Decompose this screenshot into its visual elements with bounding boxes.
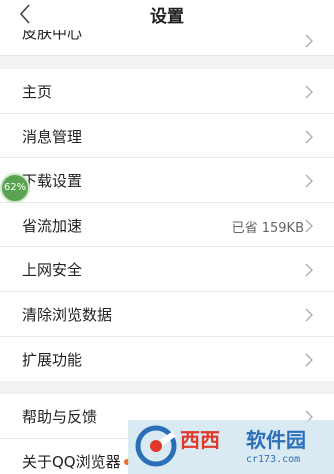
chevron-right-icon <box>305 34 313 48</box>
settings-item-label: 下载设置 <box>22 172 83 191</box>
settings-group-main: 主页 消息管理 下载设置 省流加速 已省 159KB 上网安全 清除浏览数据 扩… <box>0 69 334 382</box>
floating-progress-badge[interactable]: 62% <box>0 173 30 203</box>
settings-item-label: 省流加速 <box>22 216 83 235</box>
settings-item-label: 扩展功能 <box>22 350 83 369</box>
watermark: 西西 软件园 cr173.com <box>128 420 334 474</box>
watermark-brand-blue: 软件园 <box>246 428 306 452</box>
chevron-right-icon <box>305 263 313 277</box>
settings-item-messages[interactable]: 消息管理 <box>0 114 334 159</box>
chevron-right-icon <box>305 308 313 322</box>
watermark-logo-icon <box>135 425 177 467</box>
settings-item-extensions[interactable]: 扩展功能 <box>0 337 334 382</box>
app-header: 设置 <box>0 0 334 30</box>
settings-item-skin-center[interactable]: 皮肤中心 <box>0 30 334 56</box>
settings-item-security[interactable]: 上网安全 <box>0 247 334 292</box>
settings-item-clear-data[interactable]: 清除浏览数据 <box>0 292 334 337</box>
settings-item-home[interactable]: 主页 <box>0 69 334 114</box>
settings-item-label: 关于QQ浏览器 <box>22 452 121 471</box>
chevron-right-icon <box>305 219 313 233</box>
chevron-right-icon <box>305 130 313 144</box>
settings-item-label: 主页 <box>22 83 53 101</box>
chevron-right-icon <box>305 85 313 99</box>
chevron-right-icon <box>305 353 313 367</box>
settings-item-label: 帮助与反馈 <box>22 408 98 426</box>
watermark-url: cr173.com <box>246 454 301 465</box>
settings-item-download[interactable]: 下载设置 <box>0 158 334 203</box>
settings-item-label: 皮肤中心 <box>22 30 83 42</box>
settings-item-label: 上网安全 <box>22 261 83 280</box>
settings-item-label: 清除浏览数据 <box>22 305 113 324</box>
chevron-right-icon <box>305 174 313 188</box>
data-saved-value: 已省 159KB <box>231 220 304 236</box>
settings-item-data-saver[interactable]: 省流加速 已省 159KB <box>0 203 334 248</box>
watermark-brand-red: 西西 <box>180 428 220 452</box>
page-title: 设置 <box>150 7 184 27</box>
settings-item-label: 消息管理 <box>22 127 83 146</box>
